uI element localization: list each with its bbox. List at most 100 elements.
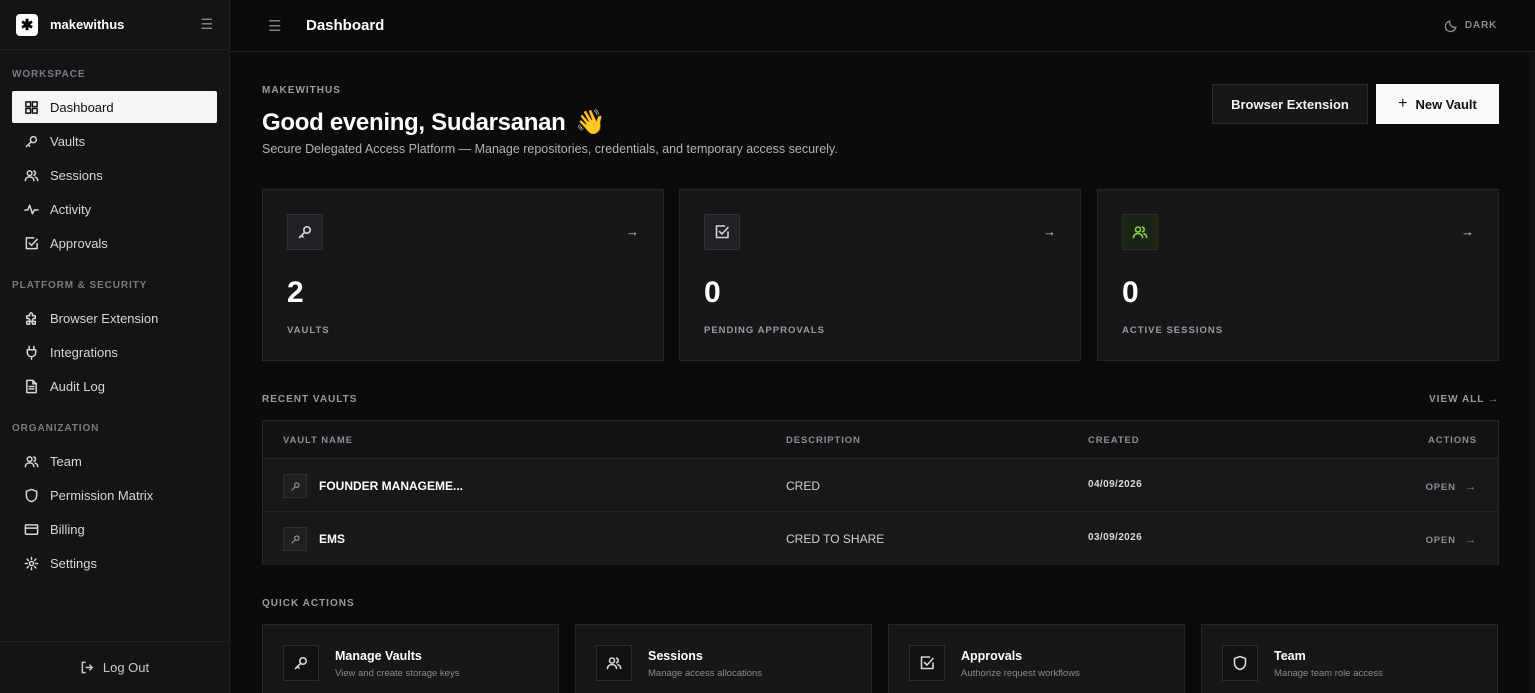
recent-vaults-table: VAULT NAME DESCRIPTION CREATED ACTIONS F… (262, 420, 1499, 565)
sidebar-item-activity[interactable]: Activity (12, 193, 217, 225)
quick-action-approvals[interactable]: Approvals Authorize request workflows (888, 624, 1185, 693)
grid-icon (23, 99, 39, 115)
stat-card-pending-approvals[interactable]: → 0 PENDING APPROVALS (679, 189, 1081, 361)
sidebar-item-settings[interactable]: Settings (12, 547, 217, 579)
sidebar-item-label: Settings (50, 555, 97, 571)
brand-logo-icon[interactable]: ✱ (16, 13, 38, 36)
vault-name: EMS (319, 532, 346, 546)
arrow-right-icon: → (1465, 481, 1477, 493)
vault-name: FOUNDER MANAGEME... (319, 479, 463, 493)
check-square-icon (704, 214, 740, 250)
brand-bar: ✱ makewithus ☰ (0, 0, 229, 50)
quick-action-title: Manage Vaults (335, 649, 422, 663)
sidebar-collapse-icon[interactable]: ☰ (200, 16, 213, 33)
sidebar-item-label: Team (50, 453, 82, 469)
table-row[interactable]: FOUNDER MANAGEME... CRED 04/09/2026 OPEN… (263, 459, 1498, 512)
sidebar-item-browser-extension[interactable]: Browser Extension (12, 302, 217, 334)
sidebar-item-label: Sessions (50, 167, 103, 183)
credit-card-icon (23, 521, 39, 537)
stat-label: VAULTS (287, 325, 330, 336)
quick-action-desc: Manage access allocations (648, 668, 763, 679)
section-label-platform: PLATFORM & SECURITY (12, 280, 148, 291)
table-row[interactable]: EMS CRED TO SHARE 03/09/2026 OPEN → (263, 512, 1498, 565)
sidebar-item-team[interactable]: Team (12, 445, 217, 477)
browser-extension-button[interactable]: Browser Extension (1212, 84, 1368, 124)
quick-action-team[interactable]: Team Manage team role access (1201, 624, 1498, 693)
quick-action-desc: Authorize request workflows (961, 668, 1080, 679)
quick-action-desc: View and create storage keys (335, 668, 460, 679)
sidebar-item-integrations[interactable]: Integrations (12, 336, 217, 368)
table-header: VAULT NAME DESCRIPTION CREATED ACTIONS (263, 421, 1498, 459)
sidebar-item-audit-log[interactable]: Audit Log (12, 370, 217, 402)
activity-icon (23, 201, 39, 217)
open-label: OPEN (1425, 482, 1456, 493)
stat-value: 0 (704, 276, 721, 309)
quick-action-title: Sessions (648, 649, 703, 663)
column-header: DESCRIPTION (786, 435, 861, 446)
vault-description: CRED TO SHARE (786, 532, 885, 546)
stat-value: 0 (1122, 276, 1139, 309)
open-vault-button[interactable]: OPEN → (1426, 481, 1477, 493)
quick-action-title: Approvals (961, 649, 1023, 663)
quick-action-title: Team (1274, 649, 1306, 663)
sidebar-item-approvals[interactable]: Approvals (12, 227, 217, 259)
quick-action-manage-vaults[interactable]: Manage Vaults View and create storage ke… (262, 624, 559, 693)
stat-card-active-sessions[interactable]: → 0 ACTIVE SESSIONS (1097, 189, 1499, 361)
new-vault-label: New Vault (1415, 96, 1477, 112)
section-label-organization: ORGANIZATION (12, 423, 100, 434)
key-icon (283, 527, 307, 551)
arrow-right-icon[interactable]: → (626, 224, 639, 239)
column-header: CREATED (1088, 435, 1140, 446)
sidebar-item-label: Audit Log (50, 378, 105, 394)
scrollbar[interactable] (1529, 52, 1535, 693)
recent-vaults-heading: RECENT VAULTS (262, 394, 358, 405)
menu-icon[interactable]: ☰ (268, 17, 284, 35)
stat-card-vaults[interactable]: → 2 VAULTS (262, 189, 664, 361)
vault-description: CRED (786, 479, 821, 493)
sidebar-item-label: Billing (50, 521, 85, 537)
sidebar-item-vaults[interactable]: Vaults (12, 125, 217, 157)
open-vault-button[interactable]: OPEN → (1426, 534, 1477, 546)
plug-icon (23, 344, 39, 360)
sidebar-item-billing[interactable]: Billing (12, 513, 217, 545)
quick-action-sessions[interactable]: Sessions Manage access allocations (575, 624, 872, 693)
quick-actions-heading: QUICK ACTIONS (262, 598, 355, 609)
users-icon (1122, 214, 1158, 250)
sidebar-item-permission-matrix[interactable]: Permission Matrix (12, 479, 217, 511)
arrow-right-icon[interactable]: → (1461, 224, 1474, 239)
shield-icon (23, 487, 39, 503)
puzzle-icon (23, 310, 39, 326)
stat-value: 2 (287, 276, 304, 309)
logout-label: Log Out (102, 660, 150, 675)
stat-label: ACTIVE SESSIONS (1122, 325, 1224, 336)
page-subtitle: Secure Delegated Access Platform — Manag… (262, 142, 838, 156)
check-square-icon (23, 235, 39, 251)
users-icon (23, 453, 39, 469)
arrow-right-icon[interactable]: → (1043, 224, 1056, 239)
open-label: OPEN (1425, 535, 1456, 546)
theme-toggle[interactable]: DARK (1444, 19, 1497, 33)
arrow-right-icon: → (1465, 534, 1477, 546)
sidebar-item-dashboard[interactable]: Dashboard (12, 91, 217, 123)
section-label-workspace: WORKSPACE (12, 69, 86, 80)
page-title: Dashboard (306, 17, 385, 34)
view-all-link[interactable]: VIEW ALL → (1429, 394, 1499, 405)
gear-icon (23, 555, 39, 571)
nav-workspace: WORKSPACE (0, 69, 229, 80)
brand-name[interactable]: makewithus (50, 17, 124, 32)
sidebar-item-label: Browser Extension (50, 310, 159, 326)
sidebar: ✱ makewithus ☰ WORKSPACE Dashboard Vault… (0, 0, 230, 693)
logout-button[interactable]: Log Out (0, 641, 229, 693)
stat-label: PENDING APPROVALS (704, 325, 825, 336)
greeting-text: Good evening, Sudarsanan (262, 109, 566, 136)
new-vault-button[interactable]: + New Vault (1376, 84, 1499, 124)
plus-icon: + (1398, 95, 1408, 112)
logout-icon (81, 661, 94, 674)
sidebar-item-label: Permission Matrix (50, 487, 154, 503)
sidebar-item-sessions[interactable]: Sessions (12, 159, 217, 191)
greeting-heading: Good evening, Sudarsanan 👋 (262, 108, 606, 137)
column-header: ACTIONS (1427, 435, 1477, 446)
wave-icon: 👋 (575, 109, 606, 136)
key-icon (23, 133, 39, 149)
topbar: ☰ Dashboard DARK (230, 0, 1535, 52)
